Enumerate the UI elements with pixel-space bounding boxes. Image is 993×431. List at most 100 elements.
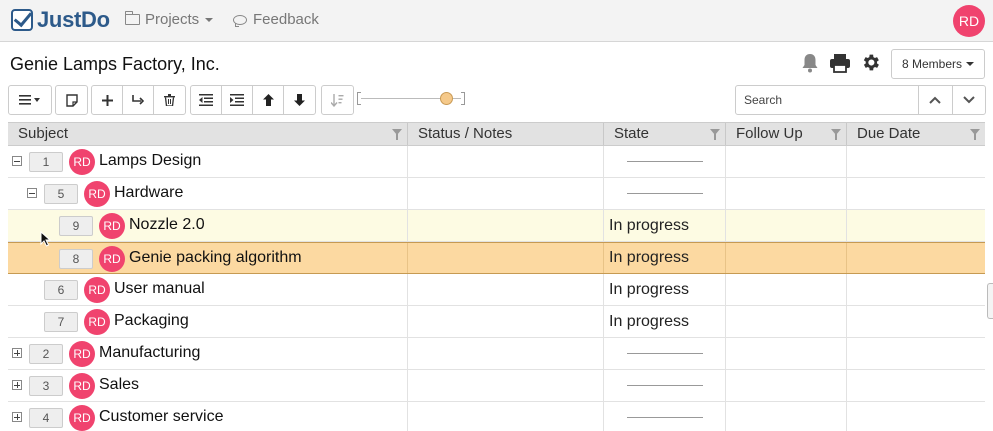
task-title[interactable]: Packaging [114, 312, 189, 330]
owner-avatar[interactable]: RD [99, 246, 125, 272]
table-row[interactable]: 9 RD Nozzle 2.0 In progress [8, 210, 985, 242]
cell-subject[interactable]: 9 RD Nozzle 2.0 [8, 210, 408, 241]
cell-state[interactable] [604, 370, 726, 401]
cell-due-date[interactable] [847, 370, 985, 401]
align-dropdown-button[interactable] [9, 86, 51, 114]
task-title[interactable]: Sales [99, 376, 139, 394]
collapse-icon[interactable] [27, 188, 37, 198]
search-next-button[interactable] [953, 86, 986, 114]
cell-status-notes[interactable] [408, 210, 604, 241]
cell-state[interactable]: In progress [604, 274, 726, 305]
cell-due-date[interactable] [847, 146, 985, 177]
cell-due-date[interactable] [847, 338, 985, 369]
column-header-subject[interactable]: Subject [8, 123, 408, 145]
bell-icon[interactable] [801, 53, 819, 73]
delete-task-button[interactable] [154, 86, 185, 114]
cell-state[interactable] [604, 402, 726, 431]
owner-avatar[interactable]: RD [69, 373, 95, 399]
outdent-button[interactable] [191, 86, 222, 114]
indent-button[interactable] [222, 86, 253, 114]
expand-icon[interactable] [12, 348, 22, 358]
feedback-link[interactable]: Feedback [233, 11, 319, 28]
owner-avatar[interactable]: RD [69, 149, 95, 175]
table-row[interactable]: 4 RD Customer service [8, 402, 985, 431]
cell-status-notes[interactable] [408, 274, 604, 305]
add-subtask-button[interactable] [123, 86, 154, 114]
cell-state[interactable]: In progress [604, 210, 726, 241]
add-note-button[interactable] [56, 86, 87, 114]
task-title[interactable]: User manual [114, 280, 205, 298]
owner-avatar[interactable]: RD [69, 341, 95, 367]
owner-avatar[interactable]: RD [84, 181, 110, 207]
cell-follow-up[interactable] [726, 243, 847, 273]
expand-icon[interactable] [12, 412, 22, 422]
cell-state[interactable] [604, 338, 726, 369]
owner-avatar[interactable]: RD [99, 213, 125, 239]
cell-state[interactable] [604, 178, 726, 209]
filter-icon[interactable] [970, 129, 980, 140]
cell-state[interactable]: In progress [604, 243, 726, 273]
cell-follow-up[interactable] [726, 338, 847, 369]
table-row[interactable]: 1 RD Lamps Design [8, 146, 985, 178]
cell-status-notes[interactable] [408, 306, 604, 337]
task-title[interactable]: Genie packing algorithm [129, 249, 302, 267]
table-row[interactable]: 6 RD User manual In progress [8, 274, 985, 306]
cell-due-date[interactable] [847, 306, 985, 337]
cell-status-notes[interactable] [408, 338, 604, 369]
move-up-button[interactable] [253, 86, 284, 114]
task-title[interactable]: Hardware [114, 184, 183, 202]
zoom-slider[interactable] [357, 88, 467, 110]
cell-status-notes[interactable] [408, 243, 604, 273]
cell-subject[interactable]: 1 RD Lamps Design [8, 146, 408, 177]
cell-state[interactable] [604, 146, 726, 177]
search-input[interactable] [735, 85, 919, 115]
cell-follow-up[interactable] [726, 274, 847, 305]
cell-subject[interactable]: 6 RD User manual [8, 274, 408, 305]
column-header-due-date[interactable]: Due Date [847, 123, 985, 145]
search-prev-button[interactable] [919, 86, 953, 114]
owner-avatar[interactable]: RD [84, 309, 110, 335]
cell-status-notes[interactable] [408, 402, 604, 431]
scrollbar-handle[interactable] [987, 283, 993, 319]
cell-follow-up[interactable] [726, 370, 847, 401]
table-row[interactable]: 2 RD Manufacturing [8, 338, 985, 370]
cell-subject[interactable]: 8 RD Genie packing algorithm [8, 243, 408, 273]
cell-follow-up[interactable] [726, 146, 847, 177]
table-row[interactable]: 5 RD Hardware [8, 178, 985, 210]
filter-icon[interactable] [831, 129, 841, 140]
expand-icon[interactable] [12, 380, 22, 390]
gear-icon[interactable] [860, 52, 881, 73]
task-title[interactable]: Lamps Design [99, 152, 201, 170]
cell-status-notes[interactable] [408, 146, 604, 177]
cell-follow-up[interactable] [726, 306, 847, 337]
cell-subject[interactable]: 3 RD Sales [8, 370, 408, 401]
cell-follow-up[interactable] [726, 178, 847, 209]
filter-icon[interactable] [392, 129, 402, 140]
table-row[interactable]: 7 RD Packaging In progress [8, 306, 985, 338]
projects-menu[interactable]: Projects [124, 11, 214, 28]
add-task-button[interactable] [92, 86, 123, 114]
column-header-follow-up[interactable]: Follow Up [726, 123, 847, 145]
collapse-icon[interactable] [12, 156, 22, 166]
slider-handle[interactable] [440, 92, 453, 105]
cell-due-date[interactable] [847, 402, 985, 431]
cell-due-date[interactable] [847, 243, 985, 273]
task-title[interactable]: Manufacturing [99, 344, 200, 362]
cell-subject[interactable]: 2 RD Manufacturing [8, 338, 408, 369]
column-header-state[interactable]: State [604, 123, 726, 145]
move-down-button[interactable] [284, 86, 315, 114]
sort-button[interactable] [322, 86, 353, 114]
column-header-status[interactable]: Status / Notes [408, 123, 604, 145]
cell-follow-up[interactable] [726, 402, 847, 431]
cell-due-date[interactable] [847, 210, 985, 241]
cell-due-date[interactable] [847, 178, 985, 209]
owner-avatar[interactable]: RD [84, 277, 110, 303]
owner-avatar[interactable]: RD [69, 405, 95, 431]
cell-follow-up[interactable] [726, 210, 847, 241]
cell-state[interactable]: In progress [604, 306, 726, 337]
cell-subject[interactable]: 7 RD Packaging [8, 306, 408, 337]
print-icon[interactable] [829, 53, 851, 73]
cell-subject[interactable]: 4 RD Customer service [8, 402, 408, 431]
task-title[interactable]: Nozzle 2.0 [129, 216, 205, 234]
table-row[interactable]: 8 RD Genie packing algorithm In progress [8, 242, 985, 274]
